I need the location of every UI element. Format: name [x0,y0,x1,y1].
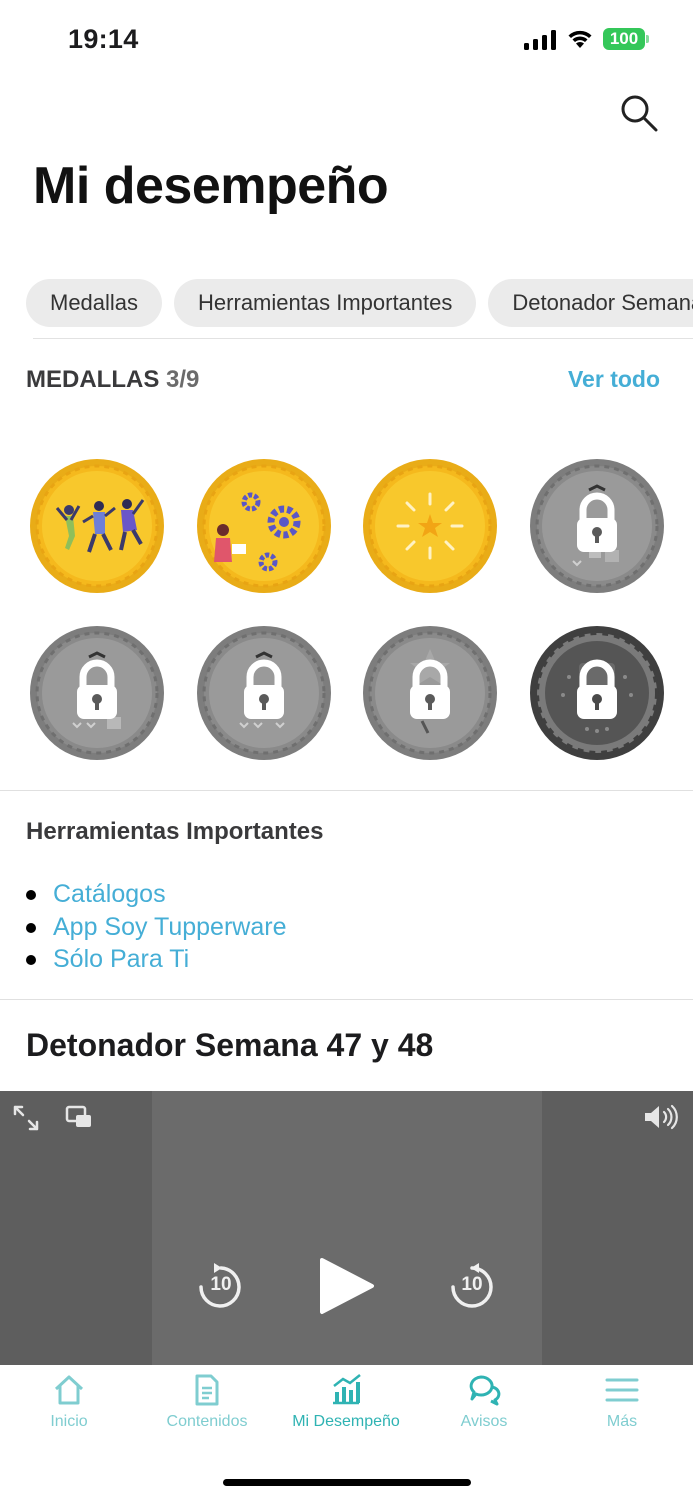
video-letterbox-right [542,1091,693,1365]
forward-seconds: 10 [461,1274,483,1295]
list-item: Sólo Para Ti [26,943,286,976]
link-solo-para-ti[interactable]: Sólo Para Ti [53,945,189,973]
medals-header: MEDALLAS 3/9 [26,366,199,394]
tab-mi-desempeno[interactable]: Mi Desempeño [277,1373,415,1431]
video-letterbox-left [0,1091,152,1365]
status-bar: 19:14 100 [0,0,693,80]
play-icon[interactable] [318,1256,376,1316]
section-divider [0,999,693,1000]
chart-icon [333,1374,361,1405]
video-player[interactable]: 10 10 [0,1091,693,1365]
cellular-signal-icon [524,30,556,50]
rewind-seconds: 10 [210,1274,232,1295]
section-chips: Medallas Herramientas Importantes Detonado… [26,279,693,327]
medal-locked-dark[interactable] [529,625,665,761]
medals-count: 3/9 [166,366,200,393]
chip-medallas[interactable]: Medallas [26,279,163,327]
home-indicator [223,1479,471,1486]
list-item: Catálogos [26,878,286,911]
link-catalogos[interactable]: Catálogos [53,880,166,908]
tab-contenidos[interactable]: Contenidos [138,1373,276,1431]
tab-mas[interactable]: Más [553,1373,691,1431]
fullscreen-icon[interactable] [12,1104,40,1132]
section-divider [0,790,693,791]
medal-people-jumping[interactable] [29,458,165,594]
menu-icon [605,1378,639,1402]
tools-list: Catálogos App Soy Tupperware Sólo Para T… [26,878,286,976]
medal-gears[interactable] [196,458,332,594]
medals-title: MEDALLAS [26,366,160,393]
forward-10-button[interactable]: 10 [449,1261,495,1309]
home-icon [54,1375,84,1405]
list-item: App Soy Tupperware [26,911,286,944]
battery-indicator: 100 [603,28,645,50]
medal-locked[interactable] [196,625,332,761]
chat-bubbles-icon [469,1375,501,1406]
status-time: 19:14 [68,24,139,54]
chip-herramientas[interactable]: Herramientas Importantes [174,279,477,327]
tab-label: Inicio [50,1413,88,1430]
battery-nub [646,35,649,43]
chips-divider [33,338,693,339]
medal-locked[interactable] [29,625,165,761]
tab-label: Contenidos [166,1413,248,1430]
see-all-link[interactable]: Ver todo [568,366,660,393]
picture-in-picture-icon[interactable] [65,1105,93,1129]
wifi-icon [568,30,592,48]
tools-title: Herramientas Importantes [26,818,324,845]
medal-star-burst[interactable] [362,458,498,594]
rewind-10-button[interactable]: 10 [198,1261,244,1309]
document-icon [195,1374,219,1406]
page-title: Mi desempeño [33,157,389,215]
tab-label: Mi Desempeño [292,1413,400,1430]
medal-locked[interactable] [362,625,498,761]
link-app-soy-tupperware[interactable]: App Soy Tupperware [53,913,286,941]
tab-avisos[interactable]: Avisos [415,1373,553,1431]
detonador-title: Detonador Semana 47 y 48 [26,1027,434,1063]
chip-detonador[interactable]: Detonador Semana 47 y 48 [488,279,693,327]
volume-icon[interactable] [643,1103,681,1131]
search-icon[interactable] [618,92,660,134]
medal-locked[interactable] [529,458,665,594]
tab-label: Avisos [460,1413,508,1430]
tab-inicio[interactable]: Inicio [0,1373,138,1431]
tab-label: Más [606,1413,638,1430]
